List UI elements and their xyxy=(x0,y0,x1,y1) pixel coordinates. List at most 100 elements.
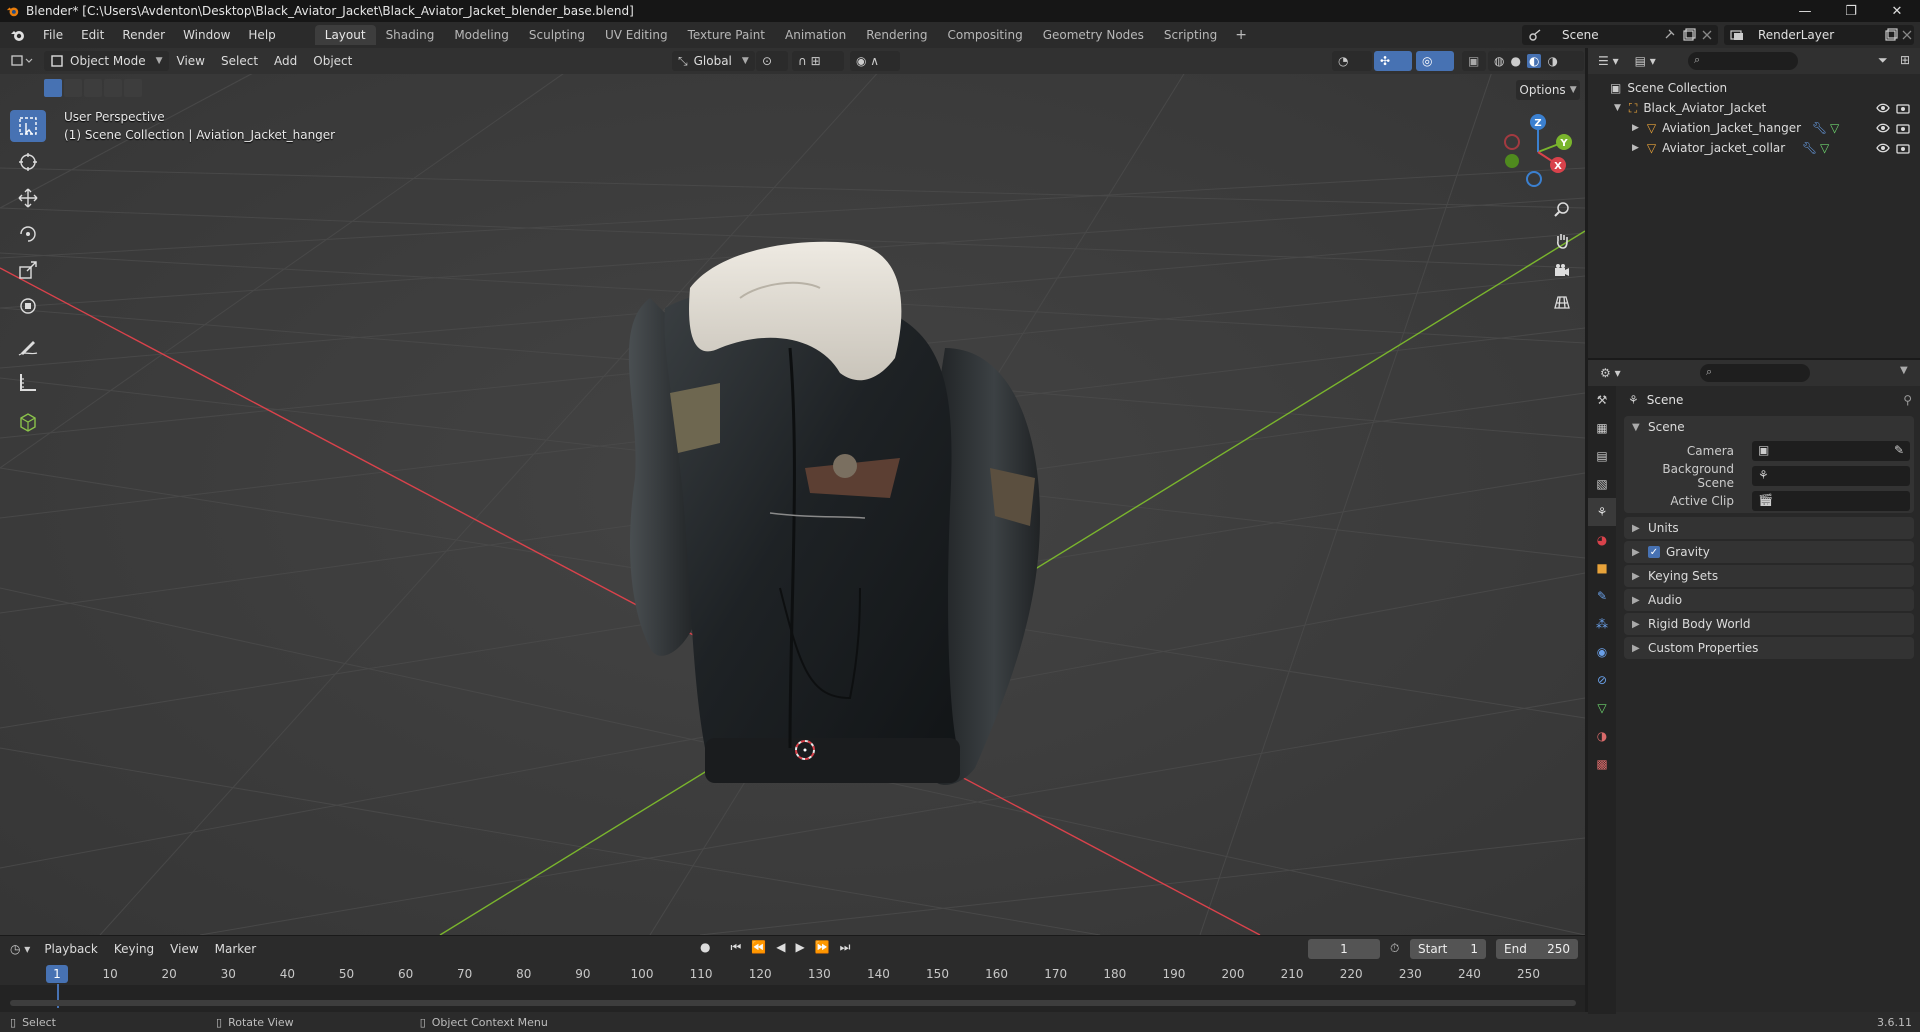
gizmo-neg-y-icon[interactable] xyxy=(1505,154,1519,168)
cursor-tool[interactable] xyxy=(10,146,46,178)
outliner-row-object[interactable]: ▶ ▽ Aviator_jacket_collar 🔧︎ ▽ xyxy=(1588,138,1920,158)
mode-dropdown[interactable]: Object Mode ▼ xyxy=(44,51,169,71)
render-camera-icon[interactable] xyxy=(1896,101,1910,115)
rendered-shading-icon[interactable]: ◑ xyxy=(1547,54,1557,68)
mesh-data-icon[interactable]: ▽ xyxy=(1820,141,1829,155)
select-box-tool[interactable] xyxy=(10,110,46,142)
timeline-track[interactable] xyxy=(0,984,1585,1013)
zoom-button[interactable] xyxy=(1548,195,1576,223)
move-tool[interactable] xyxy=(10,182,46,214)
tab-object[interactable]: ■ xyxy=(1588,554,1616,582)
properties-search-input[interactable]: ⌕ xyxy=(1700,364,1810,382)
options-dropdown[interactable]: Options ▼ xyxy=(1516,80,1580,100)
viewport-menu-object[interactable]: Object xyxy=(305,54,360,68)
xray-toggle[interactable]: ▣ xyxy=(1462,51,1486,71)
select-extend-icon[interactable] xyxy=(64,79,82,97)
menu-file[interactable]: File xyxy=(34,22,72,48)
tab-sculpting[interactable]: Sculpting xyxy=(519,25,595,45)
timeline-menu-marker[interactable]: Marker xyxy=(207,942,264,956)
tab-world[interactable]: ◕ xyxy=(1588,526,1616,554)
jump-end-icon[interactable]: ⏭ xyxy=(840,940,851,955)
scene-selector[interactable]: Scene xyxy=(1522,25,1718,45)
panel-gravity[interactable]: ▶ ✓ Gravity xyxy=(1624,541,1914,563)
shading-modes[interactable]: ◍ ● ◐ ◑ xyxy=(1488,51,1584,71)
outliner-row-collection[interactable]: ▼ ⛶ Black_Aviator_Jacket xyxy=(1588,98,1920,118)
menu-window[interactable]: Window xyxy=(174,22,239,48)
expand-down-icon[interactable]: ▼ xyxy=(1614,103,1621,113)
menu-edit[interactable]: Edit xyxy=(72,22,113,48)
outliner-row-scene-collection[interactable]: ▣ Scene Collection xyxy=(1588,78,1920,98)
select-invert-icon[interactable] xyxy=(104,79,122,97)
viewport-menu-view[interactable]: View xyxy=(169,54,213,68)
viewport-menu-add[interactable]: Add xyxy=(266,54,305,68)
pin-icon[interactable] xyxy=(1662,28,1676,42)
tab-rendering[interactable]: Rendering xyxy=(856,25,937,45)
outliner-search-input[interactable]: ⌕ xyxy=(1688,52,1798,70)
new-collection-icon[interactable]: ⊞ xyxy=(1900,53,1910,67)
eye-icon[interactable] xyxy=(1876,141,1890,155)
panel-keying-sets[interactable]: ▶ Keying Sets xyxy=(1624,565,1914,587)
tab-modifiers[interactable]: ✎ xyxy=(1588,582,1616,610)
pivot-dropdown[interactable]: ⊙ xyxy=(756,51,788,71)
timeline-editor-type[interactable]: ◷ ▾ xyxy=(4,939,36,959)
add-cube-tool[interactable] xyxy=(10,406,46,438)
tab-layout[interactable]: Layout xyxy=(314,25,376,45)
delete-scene-icon[interactable] xyxy=(1700,28,1714,42)
start-frame-field[interactable]: Start 1 xyxy=(1410,939,1486,959)
tab-texture-paint[interactable]: Texture Paint xyxy=(678,25,775,45)
tab-tool[interactable]: ⚒ xyxy=(1588,386,1616,414)
tab-shading[interactable]: Shading xyxy=(376,25,445,45)
viewport-menu-select[interactable]: Select xyxy=(213,54,266,68)
tab-compositing[interactable]: Compositing xyxy=(937,25,1032,45)
tab-particles[interactable]: ⁂ xyxy=(1588,610,1616,638)
menu-render[interactable]: Render xyxy=(113,22,174,48)
play-reverse-icon[interactable]: ◀ xyxy=(776,940,785,955)
3d-viewport[interactable]: Object Mode ▼ View Select Add Object ⤡ G… xyxy=(0,48,1585,935)
current-frame-field[interactable]: 1 xyxy=(1308,939,1380,959)
gizmo-toggle[interactable]: ✣ xyxy=(1374,51,1412,71)
tab-render[interactable]: ▦ xyxy=(1588,414,1616,442)
orientation-dropdown[interactable]: ⤡ Global ▼ xyxy=(672,51,755,71)
proportional-edit-toggle[interactable]: ◉ ∧ xyxy=(850,51,900,71)
maximize-button[interactable]: ❐ xyxy=(1828,0,1874,22)
tab-data[interactable]: ▽ xyxy=(1588,694,1616,722)
eye-icon[interactable] xyxy=(1876,101,1890,115)
add-workspace-button[interactable]: + xyxy=(1227,27,1255,43)
timeline-menu-playback[interactable]: Playback xyxy=(36,942,106,956)
tab-scripting[interactable]: Scripting xyxy=(1154,25,1227,45)
tab-texture[interactable]: ▩ xyxy=(1588,750,1616,778)
editor-type-button[interactable] xyxy=(4,51,40,71)
overlays-toggle[interactable]: ◎ xyxy=(1416,51,1454,71)
camera-field[interactable]: ▣ ✎ xyxy=(1752,440,1910,461)
tab-material[interactable]: ◑ xyxy=(1588,722,1616,750)
select-intersect-icon[interactable] xyxy=(124,79,142,97)
gizmo-neg-x-icon[interactable] xyxy=(1504,134,1520,150)
expand-right-icon[interactable]: ▶ xyxy=(1632,143,1639,153)
ortho-toggle-button[interactable] xyxy=(1548,288,1576,316)
annotate-tool[interactable] xyxy=(10,330,46,362)
panel-custom-properties[interactable]: ▶ Custom Properties xyxy=(1624,637,1914,659)
pan-button[interactable] xyxy=(1548,226,1576,254)
tab-animation[interactable]: Animation xyxy=(775,25,856,45)
timeline-menu-view[interactable]: View xyxy=(162,942,206,956)
material-shading-icon[interactable]: ◐ xyxy=(1526,54,1542,68)
eyedropper-icon[interactable]: ✎ xyxy=(1894,443,1904,457)
new-scene-icon[interactable] xyxy=(1682,28,1696,42)
panel-rigid-body-world[interactable]: ▶ Rigid Body World xyxy=(1624,613,1914,635)
render-camera-icon[interactable] xyxy=(1896,141,1910,155)
outliner-row-object[interactable]: ▶ ▽ Aviation_Jacket_hanger 🔧︎ ▽ xyxy=(1588,118,1920,138)
new-layer-icon[interactable] xyxy=(1884,28,1898,42)
close-button[interactable]: ✕ xyxy=(1874,0,1920,22)
tab-view-layer[interactable]: ▧ xyxy=(1588,470,1616,498)
visibility-dropdown[interactable]: ◔ xyxy=(1332,51,1372,71)
next-keyframe-icon[interactable]: ⏩ xyxy=(815,940,830,955)
end-frame-field[interactable]: End 250 xyxy=(1496,939,1578,959)
background-scene-field[interactable]: ⚘ xyxy=(1752,465,1910,486)
delete-layer-icon[interactable] xyxy=(1900,28,1914,42)
modifier-wrench-icon[interactable]: 🔧︎ xyxy=(1802,141,1817,155)
panel-scene-header[interactable]: ▼ Scene xyxy=(1624,416,1914,438)
tab-constraints[interactable]: ⊘ xyxy=(1588,666,1616,694)
blender-menu-icon[interactable] xyxy=(10,27,26,43)
prev-keyframe-icon[interactable]: ⏪ xyxy=(751,940,766,955)
mesh-data-icon[interactable]: ▽ xyxy=(1830,121,1839,135)
